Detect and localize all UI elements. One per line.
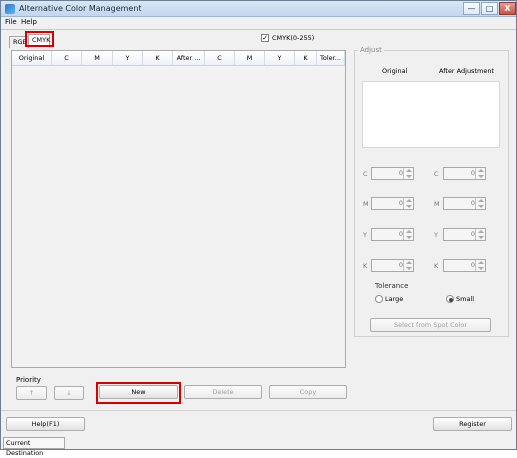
down-arrow-icon[interactable] [478,205,484,208]
column-header[interactable]: M [82,51,113,66]
spin-arrows[interactable] [403,229,413,240]
up-arrow-icon[interactable] [406,261,412,264]
table-header: Original C M Y K After ... C M Y K Toler… [12,51,345,66]
spin-arrows[interactable] [475,198,485,209]
tolerance-small-radio[interactable] [446,295,454,303]
close-button[interactable]: X [499,2,516,15]
m-label-left: M [363,200,369,208]
spin-value[interactable]: 0 [372,229,403,240]
column-header[interactable]: M [235,51,265,66]
color-mapping-table[interactable]: Original C M Y K After ... C M Y K Toler… [11,50,346,368]
spin-value[interactable]: 0 [444,168,475,179]
down-arrow-icon[interactable] [478,236,484,239]
up-arrow-icon[interactable] [478,261,484,264]
y-label-right: Y [434,231,438,239]
window-title: Alternative Color Management [19,4,142,13]
maximize-button[interactable]: □ [481,2,498,15]
column-header[interactable]: K [143,51,173,66]
color-preview [362,81,500,148]
spin-arrows[interactable] [475,260,485,271]
menu-file[interactable]: File [5,18,17,26]
c-label-left: C [363,170,368,178]
tolerance-large-radio[interactable] [375,295,383,303]
tab-cmyk-highlight [25,31,54,47]
current-destination-status: Current Destination [3,437,65,457]
c-original-spinbox[interactable]: 0 [371,167,414,180]
select-from-spot-color-button[interactable]: Select from Spot Color [370,318,491,332]
spin-value[interactable]: 0 [372,168,403,179]
tolerance-group: Tolerance Large Small [371,282,490,311]
down-arrow-icon[interactable] [406,267,412,270]
after-adjustment-label: After Adjustment [439,67,494,75]
down-arrow-icon[interactable] [406,175,412,178]
spin-arrows[interactable] [475,229,485,240]
spin-value[interactable]: 0 [372,198,403,209]
up-arrow-icon[interactable] [406,199,412,202]
down-arrow-icon[interactable] [406,236,412,239]
column-header[interactable]: C [205,51,235,66]
y-after-spinbox[interactable]: 0 [443,228,486,241]
y-label-left: Y [363,231,367,239]
up-arrow-icon[interactable] [406,230,412,233]
tolerance-small-label[interactable]: Small [456,295,474,303]
spin-arrows[interactable] [403,198,413,209]
column-header[interactable]: Toler... [317,51,345,66]
menu-divider [1,29,516,30]
copy-button[interactable]: Copy [269,385,347,399]
down-arrow-icon[interactable] [478,175,484,178]
up-arrow-icon[interactable] [478,230,484,233]
up-arrow-icon[interactable] [406,169,412,172]
c-label-right: C [434,170,439,178]
menu-help[interactable]: Help [21,18,37,26]
tolerance-title: Tolerance [375,282,409,290]
k-label-right: K [434,262,439,270]
up-arrow-icon[interactable] [478,199,484,202]
spin-arrows[interactable] [403,168,413,179]
priority-up-button[interactable]: ↑ [16,386,47,400]
app-icon [5,4,15,14]
k-after-spinbox[interactable]: 0 [443,259,486,272]
k-label-left: K [363,262,368,270]
bottom-divider [1,410,516,411]
y-original-spinbox[interactable]: 0 [371,228,414,241]
spin-arrows[interactable] [403,260,413,271]
spin-arrows[interactable] [475,168,485,179]
new-button-highlight [96,382,181,404]
delete-button[interactable]: Delete [184,385,262,399]
app-window: Alternative Color Management — □ X File … [0,0,517,457]
spin-value[interactable]: 0 [444,260,475,271]
checkbox-label: CMYK(0-255) [272,34,315,42]
column-header[interactable]: Y [265,51,295,66]
k-original-spinbox[interactable]: 0 [371,259,414,272]
m-after-spinbox[interactable]: 0 [443,197,486,210]
down-arrow-icon[interactable] [478,267,484,270]
priority-label: Priority [16,376,41,384]
spin-value[interactable]: 0 [372,260,403,271]
m-original-spinbox[interactable]: 0 [371,197,414,210]
column-header[interactable]: Original [12,51,52,66]
title-bar: Alternative Color Management — □ X [1,1,516,17]
m-label-right: M [434,200,440,208]
column-header[interactable]: C [52,51,82,66]
column-header[interactable]: Y [113,51,143,66]
minimize-button[interactable]: — [463,2,480,15]
c-after-spinbox[interactable]: 0 [443,167,486,180]
spin-value[interactable]: 0 [444,198,475,209]
original-label: Original [382,67,408,75]
column-header[interactable]: After ... [173,51,205,66]
tolerance-large-label[interactable]: Large [385,295,403,303]
priority-down-button[interactable]: ↓ [54,386,84,400]
column-header[interactable]: K [295,51,317,66]
help-button[interactable]: Help(F1) [6,417,85,431]
spin-value[interactable]: 0 [444,229,475,240]
register-button[interactable]: Register [433,417,512,431]
radio-dot-icon [449,298,453,302]
checkbox-box[interactable]: ✓ [261,34,269,42]
down-arrow-icon[interactable] [406,205,412,208]
up-arrow-icon[interactable] [478,169,484,172]
adjust-title: Adjust [358,46,384,54]
menu-bar: File Help [1,17,516,29]
